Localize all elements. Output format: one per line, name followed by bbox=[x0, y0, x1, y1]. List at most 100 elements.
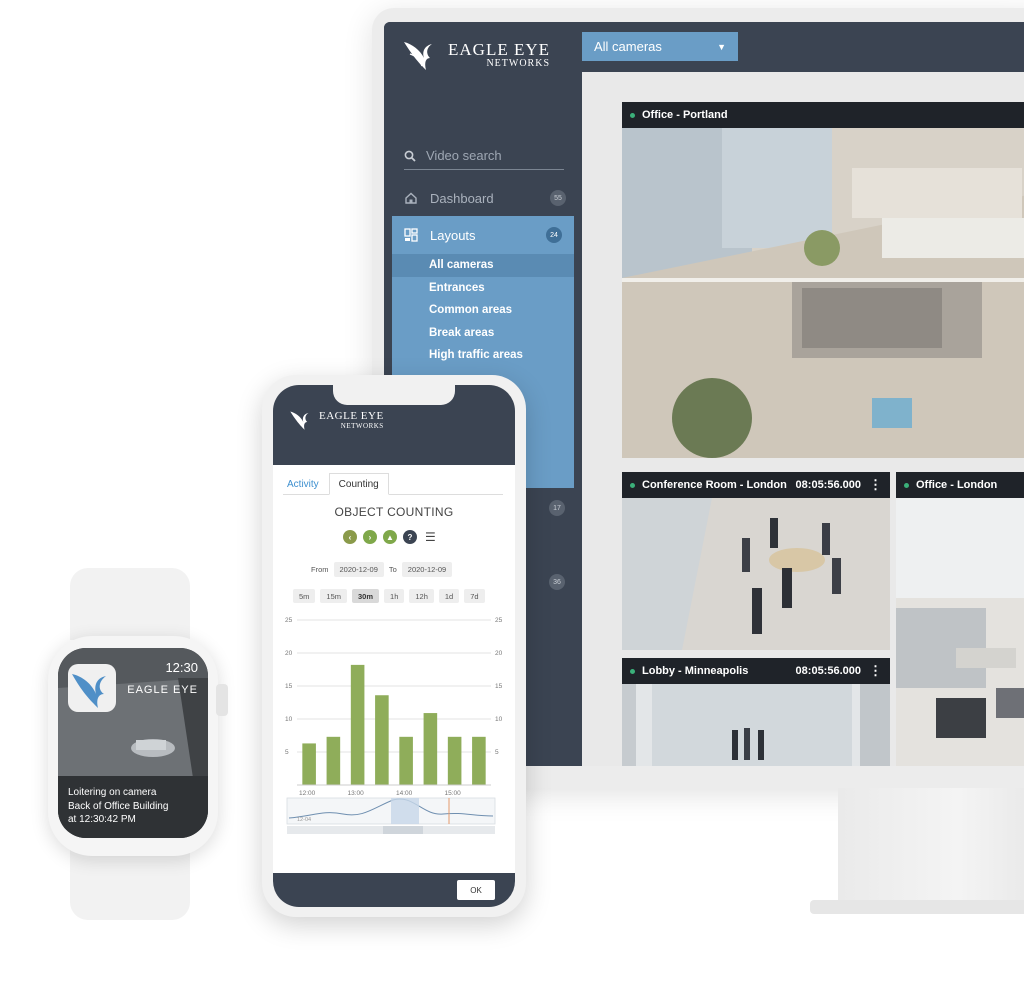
range-5m-button[interactable]: 5m bbox=[293, 589, 316, 603]
camera-feed-image bbox=[622, 128, 1024, 458]
to-label: To bbox=[388, 565, 397, 574]
more-options-icon[interactable]: ⋮ bbox=[869, 663, 882, 679]
watch-notification[interactable]: 12:30 EAGLE EYE Loitering on camera Back… bbox=[58, 648, 208, 838]
monitor-stand-base bbox=[810, 900, 1024, 914]
top-bar: All cameras ▼ bbox=[582, 22, 1024, 72]
y-tick-label-right: 25 bbox=[495, 617, 503, 624]
y-tick-label: 25 bbox=[285, 617, 293, 624]
layout-item-high-traffic-areas[interactable]: High traffic areas bbox=[392, 344, 574, 367]
layouts-count-badge: 24 bbox=[546, 227, 562, 243]
y-tick-label-right: 15 bbox=[495, 683, 503, 690]
alert-icon[interactable]: ▲ bbox=[383, 530, 397, 544]
y-tick-label-right: 20 bbox=[495, 650, 503, 657]
brand-name: EAGLE EYE bbox=[319, 409, 384, 422]
phone-app-screen: EAGLE EYE NETWORKS Activity Counting OBJ… bbox=[273, 385, 515, 907]
brand-subname: NETWORKS bbox=[486, 58, 551, 69]
brand-name: EAGLE EYE bbox=[448, 40, 551, 59]
x-tick-label: 12:00 bbox=[299, 790, 316, 797]
layout-item-common-areas[interactable]: Common areas bbox=[392, 299, 574, 322]
marketing-composition: EAGLE EYE NETWORKS Video search Dashboar… bbox=[0, 0, 1024, 992]
phone-tabs: Activity Counting bbox=[283, 473, 503, 495]
layout-item-entrances[interactable]: Entrances bbox=[392, 277, 574, 300]
chart-bar bbox=[423, 713, 438, 785]
camera-tile-lobby-minneapolis[interactable]: Lobby - Minneapolis 08:05:56.000 ⋮ bbox=[622, 658, 890, 766]
camera-timestamp: 08:05:56.000 bbox=[795, 479, 861, 491]
tab-activity[interactable]: Activity bbox=[283, 473, 323, 495]
home-icon bbox=[405, 192, 417, 204]
camera-layout-dropdown[interactable]: All cameras ▼ bbox=[582, 32, 738, 61]
notification-message: Loitering on camera Back of Office Build… bbox=[68, 786, 168, 827]
brand-logo[interactable]: EAGLE EYE NETWORKS bbox=[402, 36, 550, 74]
sidebar-count-badge: 17 bbox=[549, 500, 565, 516]
timeline-label: 12-04 bbox=[297, 817, 311, 823]
x-tick-label: 15:00 bbox=[445, 790, 462, 797]
camera-name: Lobby - Minneapolis bbox=[642, 665, 749, 677]
camera-name: Conference Room - London bbox=[642, 479, 787, 491]
brand-subname: NETWORKS bbox=[340, 421, 384, 430]
camera-name: Office - London bbox=[916, 479, 998, 491]
chart-controls: ‹ › ▲ ? ☰ bbox=[343, 530, 436, 544]
chart-bar bbox=[350, 664, 365, 785]
live-status-dot bbox=[630, 668, 635, 674]
brand-logo: EAGLE EYE NETWORKS bbox=[289, 407, 384, 433]
y-tick-label: 10 bbox=[285, 716, 293, 723]
dashboard-count-badge: 55 bbox=[550, 190, 566, 206]
notification-line: at 12:30:42 PM bbox=[68, 814, 136, 825]
chart-bar bbox=[326, 736, 341, 785]
watch-crown[interactable] bbox=[216, 684, 228, 716]
video-search-input[interactable]: Video search bbox=[404, 142, 564, 170]
layout-item-break-areas[interactable]: Break areas bbox=[392, 322, 574, 345]
from-date-field[interactable]: 2020-12-09 bbox=[333, 562, 384, 577]
sidebar-item-dashboard[interactable]: Dashboard 55 bbox=[404, 184, 566, 212]
camera-name: Office - Portland bbox=[642, 109, 728, 121]
tab-counting[interactable]: Counting bbox=[328, 473, 389, 495]
to-date-field[interactable]: 2020-12-09 bbox=[401, 562, 453, 577]
camera-feed-image bbox=[622, 684, 890, 766]
watch-time: 12:30 bbox=[165, 660, 198, 675]
live-status-dot bbox=[630, 112, 635, 118]
monitor-stand bbox=[838, 788, 1024, 908]
time-range-buttons: 5m 15m 30m 1h 12h 1d 7d bbox=[293, 589, 485, 603]
previous-icon[interactable]: ‹ bbox=[343, 530, 357, 544]
range-30m-button[interactable]: 30m bbox=[352, 589, 380, 603]
y-tick-label: 15 bbox=[285, 683, 293, 690]
next-icon[interactable]: › bbox=[363, 530, 377, 544]
phone-notch bbox=[333, 385, 455, 405]
search-icon bbox=[404, 150, 416, 162]
range-1d-button[interactable]: 1d bbox=[438, 589, 460, 603]
timeline-selection bbox=[391, 798, 419, 824]
layout-item-all-cameras[interactable]: All cameras bbox=[392, 254, 574, 277]
menu-icon[interactable]: ☰ bbox=[425, 530, 436, 544]
chart-bar bbox=[375, 695, 389, 785]
timeline-scrollbar-thumb bbox=[383, 826, 423, 834]
object-count-chart: 25 25 20 20 15 15 10 10 5 5 12:00 13:00 14:00 15:00 12… bbox=[285, 617, 503, 834]
phone-footer: OK bbox=[273, 873, 515, 907]
range-15m-button[interactable]: 15m bbox=[320, 589, 348, 603]
chart-bar bbox=[399, 736, 413, 785]
x-tick-label: 13:00 bbox=[348, 790, 365, 797]
watch-band-top bbox=[70, 568, 190, 640]
chart-bar bbox=[472, 736, 486, 785]
more-options-icon[interactable]: ⋮ bbox=[869, 477, 882, 493]
help-icon[interactable]: ? bbox=[403, 530, 417, 544]
y-tick-label-right: 10 bbox=[495, 716, 503, 723]
notification-line: Loitering on camera bbox=[68, 787, 157, 798]
camera-feed-image bbox=[622, 498, 890, 650]
range-12h-button[interactable]: 12h bbox=[409, 589, 434, 603]
search-placeholder: Video search bbox=[426, 148, 502, 163]
range-7d-button[interactable]: 7d bbox=[464, 589, 485, 603]
sidebar-item-label: Dashboard bbox=[430, 190, 494, 206]
eagle-icon bbox=[404, 42, 432, 70]
ok-button[interactable]: OK bbox=[457, 880, 495, 900]
sidebar-item-layouts[interactable]: Layouts 24 bbox=[392, 216, 574, 254]
camera-tile-office-london[interactable]: Office - London bbox=[896, 472, 1024, 766]
camera-tile-office-portland[interactable]: Office - Portland bbox=[622, 102, 1024, 458]
range-1h-button[interactable]: 1h bbox=[384, 589, 405, 603]
watch-band-bottom bbox=[70, 850, 190, 920]
y-tick-label-right: 5 bbox=[495, 749, 499, 756]
camera-tile-conference-room-london[interactable]: Conference Room - London 08:05:56.000 ⋮ bbox=[622, 472, 890, 650]
caret-down-icon: ▼ bbox=[717, 41, 726, 52]
app-icon bbox=[68, 664, 116, 712]
sidebar-item-label: Layouts bbox=[430, 227, 476, 243]
y-tick-label: 5 bbox=[285, 749, 289, 756]
